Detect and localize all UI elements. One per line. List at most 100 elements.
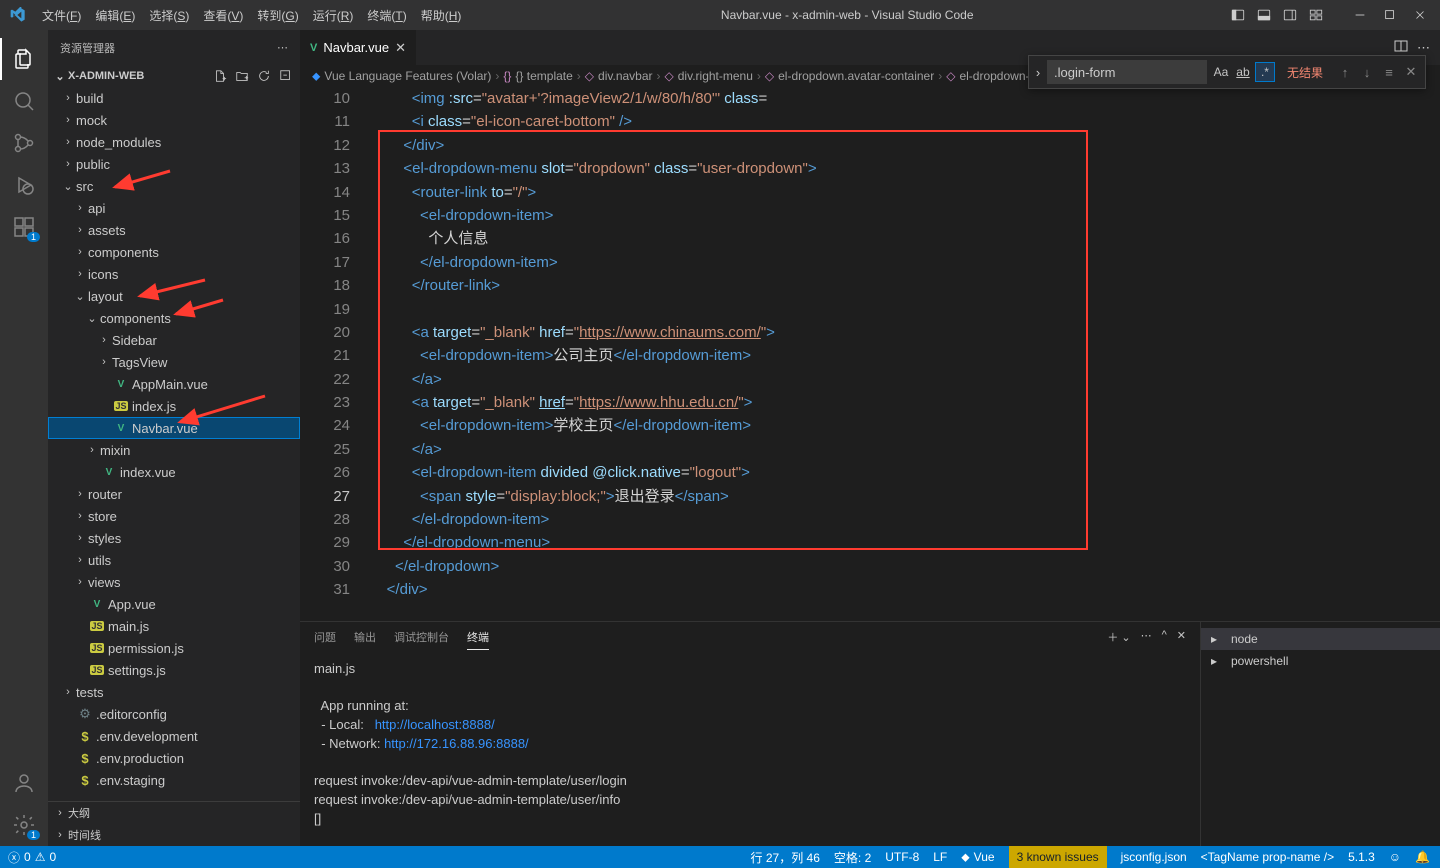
tree-item-build[interactable]: ›build xyxy=(48,87,300,109)
layout-right-icon[interactable] xyxy=(1278,3,1302,27)
tree-item-mock[interactable]: ›mock xyxy=(48,109,300,131)
find-toggle-icon[interactable]: › xyxy=(1029,55,1047,89)
menu-terminal[interactable]: 终端(T) xyxy=(360,7,413,24)
tree-item-.env.staging[interactable]: $.env.staging xyxy=(48,769,300,791)
close-icon[interactable] xyxy=(1408,3,1432,27)
tree-item-api[interactable]: ›api xyxy=(48,197,300,219)
layout-left-icon[interactable] xyxy=(1226,3,1250,27)
tree-item-App.vue[interactable]: VApp.vue xyxy=(48,593,300,615)
tree-item-index.js[interactable]: JSindex.js xyxy=(48,395,300,417)
extensions-icon[interactable]: 1 xyxy=(0,206,48,248)
status-cursor[interactable]: 行 27，列 46 xyxy=(751,849,820,866)
tree-item-mixin[interactable]: ›mixin xyxy=(48,439,300,461)
settings-icon[interactable]: 1 xyxy=(0,804,48,846)
tree-item-AppMain.vue[interactable]: VAppMain.vue xyxy=(48,373,300,395)
find-prev-icon[interactable]: ↑ xyxy=(1335,62,1355,82)
tree-item-.env.development[interactable]: $.env.development xyxy=(48,725,300,747)
menu-file[interactable]: 文件(F) xyxy=(35,7,88,24)
terminal-powershell[interactable]: ▸powershell xyxy=(1201,650,1440,672)
panel-close-icon[interactable]: ✕ xyxy=(1177,629,1186,645)
menu-view[interactable]: 查看(V) xyxy=(196,7,250,24)
find-next-icon[interactable]: ↓ xyxy=(1357,62,1377,82)
tree-item-permission.js[interactable]: JSpermission.js xyxy=(48,637,300,659)
layout-grid-icon[interactable] xyxy=(1304,3,1328,27)
panel-tab-1[interactable]: 输出 xyxy=(354,625,376,649)
terminal-node[interactable]: ▸node xyxy=(1201,628,1440,650)
account-icon[interactable] xyxy=(0,762,48,804)
tree-item-main.js[interactable]: JSmain.js xyxy=(48,615,300,637)
tree-item-.env.production[interactable]: $.env.production xyxy=(48,747,300,769)
debug-icon[interactable] xyxy=(0,164,48,206)
tree-item-settings.js[interactable]: JSsettings.js xyxy=(48,659,300,681)
tab-navbar[interactable]: V Navbar.vue ✕ xyxy=(300,30,417,65)
tree-item-views[interactable]: ›views xyxy=(48,571,300,593)
tree-item-styles[interactable]: ›styles xyxy=(48,527,300,549)
menu-edit[interactable]: 编辑(E) xyxy=(88,7,142,24)
status-version[interactable]: 5.1.3 xyxy=(1348,850,1375,864)
tree-item-store[interactable]: ›store xyxy=(48,505,300,527)
tree-item-assets[interactable]: ›assets xyxy=(48,219,300,241)
find-close-icon[interactable]: ✕ xyxy=(1401,62,1421,82)
tree-item-router[interactable]: ›router xyxy=(48,483,300,505)
tree-item-components[interactable]: ⌄components xyxy=(48,307,300,329)
menu-help[interactable]: 帮助(H) xyxy=(414,7,469,24)
tree-item-TagsView[interactable]: ›TagsView xyxy=(48,351,300,373)
terminal-new-icon[interactable]: ＋ ⌄ xyxy=(1107,629,1130,645)
status-problems[interactable]: ⓧ 0 ⚠ 0 xyxy=(8,849,56,866)
panel-tab-3[interactable]: 终端 xyxy=(467,625,489,650)
status-spaces[interactable]: 空格: 2 xyxy=(834,849,871,866)
tree-item-public[interactable]: ›public xyxy=(48,153,300,175)
tree-item-Navbar.vue[interactable]: VNavbar.vue xyxy=(48,417,300,439)
outline-section[interactable]: ›大纲 xyxy=(48,802,300,824)
tree-item-node_modules[interactable]: ›node_modules xyxy=(48,131,300,153)
status-bell-icon[interactable]: 🔔 xyxy=(1415,850,1430,864)
tree-item-layout[interactable]: ⌄layout xyxy=(48,285,300,307)
explorer-icon[interactable] xyxy=(0,38,48,80)
find-input[interactable] xyxy=(1047,60,1207,84)
editor-body[interactable]: 1011121314151617181920212223242526272829… xyxy=(300,87,1440,621)
panel-tab-2[interactable]: 调试控制台 xyxy=(394,625,449,649)
tree-item-components[interactable]: ›components xyxy=(48,241,300,263)
tree-item-Sidebar[interactable]: ›Sidebar xyxy=(48,329,300,351)
new-file-icon[interactable] xyxy=(210,66,230,86)
whole-word-icon[interactable]: ab xyxy=(1233,62,1253,82)
timeline-section[interactable]: ›时间线 xyxy=(48,824,300,846)
status-jsconfig[interactable]: jsconfig.json xyxy=(1121,850,1187,864)
panel-tab-0[interactable]: 问题 xyxy=(314,625,336,649)
find-selection-icon[interactable]: ≡ xyxy=(1379,62,1399,82)
terminal-more-icon[interactable]: ⋯ xyxy=(1141,629,1152,645)
collapse-icon[interactable] xyxy=(276,66,296,86)
status-encoding[interactable]: UTF-8 xyxy=(885,850,919,864)
maximize-icon[interactable] xyxy=(1378,3,1402,27)
layout-bottom-icon[interactable] xyxy=(1252,3,1276,27)
status-lang[interactable]: ⬥ Vue xyxy=(961,850,994,865)
tree-item-.editorconfig[interactable]: ⚙.editorconfig xyxy=(48,703,300,725)
status-tagname[interactable]: <TagName prop-name /> xyxy=(1201,850,1334,864)
file-tree[interactable]: ›build›mock›node_modules›public⌄src›api›… xyxy=(48,87,300,801)
scm-icon[interactable] xyxy=(0,122,48,164)
status-feedback-icon[interactable]: ☺ xyxy=(1389,850,1401,864)
tab-close-icon[interactable]: ✕ xyxy=(395,40,406,56)
tree-item-utils[interactable]: ›utils xyxy=(48,549,300,571)
tree-item-tests[interactable]: ›tests xyxy=(48,681,300,703)
minimap[interactable] xyxy=(1360,144,1440,621)
tree-item-index.vue[interactable]: Vindex.vue xyxy=(48,461,300,483)
panel-maximize-icon[interactable]: ^ xyxy=(1162,629,1167,645)
project-header[interactable]: ⌄ X-ADMIN-WEB xyxy=(48,65,300,87)
explorer-more-icon[interactable]: ⋯ xyxy=(277,41,288,54)
menu-goto[interactable]: 转到(G) xyxy=(250,7,305,24)
new-folder-icon[interactable] xyxy=(232,66,252,86)
regex-icon[interactable]: .* xyxy=(1255,62,1275,82)
search-activity-icon[interactable] xyxy=(0,80,48,122)
terminal-output[interactable]: main.js App running at: - Local: http://… xyxy=(300,652,1200,846)
refresh-icon[interactable] xyxy=(254,66,274,86)
menu-run[interactable]: 运行(R) xyxy=(306,7,361,24)
tree-item-src[interactable]: ⌄src xyxy=(48,175,300,197)
status-eol[interactable]: LF xyxy=(933,850,947,864)
tab-more-icon[interactable]: ⋯ xyxy=(1417,40,1430,56)
tree-item-icons[interactable]: ›icons xyxy=(48,263,300,285)
menu-select[interactable]: 选择(S) xyxy=(142,7,196,24)
status-issues[interactable]: 3 known issues xyxy=(1009,846,1107,868)
match-case-icon[interactable]: Aa xyxy=(1211,62,1231,82)
minimize-icon[interactable] xyxy=(1348,3,1372,27)
